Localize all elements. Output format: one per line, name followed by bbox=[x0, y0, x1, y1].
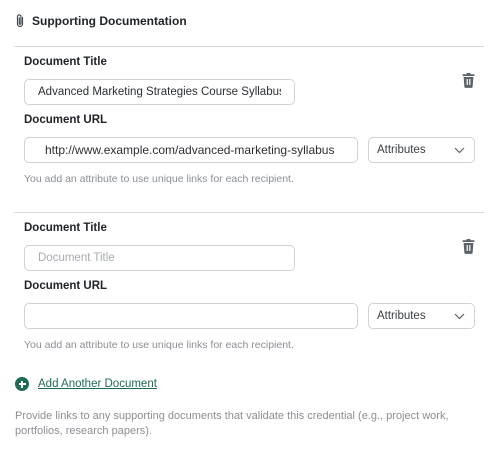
document-title-label: Document Title bbox=[24, 222, 107, 234]
section-title: Supporting Documentation bbox=[32, 14, 187, 28]
divider bbox=[14, 46, 484, 47]
add-document-label[interactable]: Add Another Document bbox=[38, 378, 157, 390]
trash-icon[interactable] bbox=[462, 239, 475, 254]
helper-text: You add an attribute to use unique links… bbox=[24, 339, 294, 351]
attributes-select[interactable]: Attributes bbox=[368, 137, 475, 163]
document-url-input[interactable] bbox=[24, 303, 358, 329]
attributes-select[interactable]: Attributes bbox=[368, 303, 475, 329]
add-document-button[interactable]: Add Another Document bbox=[15, 377, 157, 391]
chevron-down-icon bbox=[454, 147, 465, 153]
attributes-select-label: Attributes bbox=[377, 144, 426, 156]
document-title-input[interactable] bbox=[24, 79, 295, 105]
document-title-label: Document Title bbox=[24, 56, 107, 68]
paperclip-icon bbox=[14, 13, 26, 29]
document-url-label: Document URL bbox=[24, 280, 108, 292]
helper-text: You add an attribute to use unique links… bbox=[24, 173, 294, 185]
footer-note: Provide links to any supporting document… bbox=[15, 410, 449, 437]
document-url-input[interactable] bbox=[24, 137, 358, 163]
section-header: Supporting Documentation bbox=[14, 13, 187, 29]
attributes-select-label: Attributes bbox=[377, 310, 426, 322]
chevron-down-icon bbox=[454, 313, 465, 319]
trash-icon[interactable] bbox=[462, 73, 475, 88]
document-title-input[interactable] bbox=[24, 245, 295, 271]
document-url-label: Document URL bbox=[24, 114, 108, 126]
divider bbox=[14, 212, 484, 213]
plus-circle-icon bbox=[15, 377, 29, 391]
